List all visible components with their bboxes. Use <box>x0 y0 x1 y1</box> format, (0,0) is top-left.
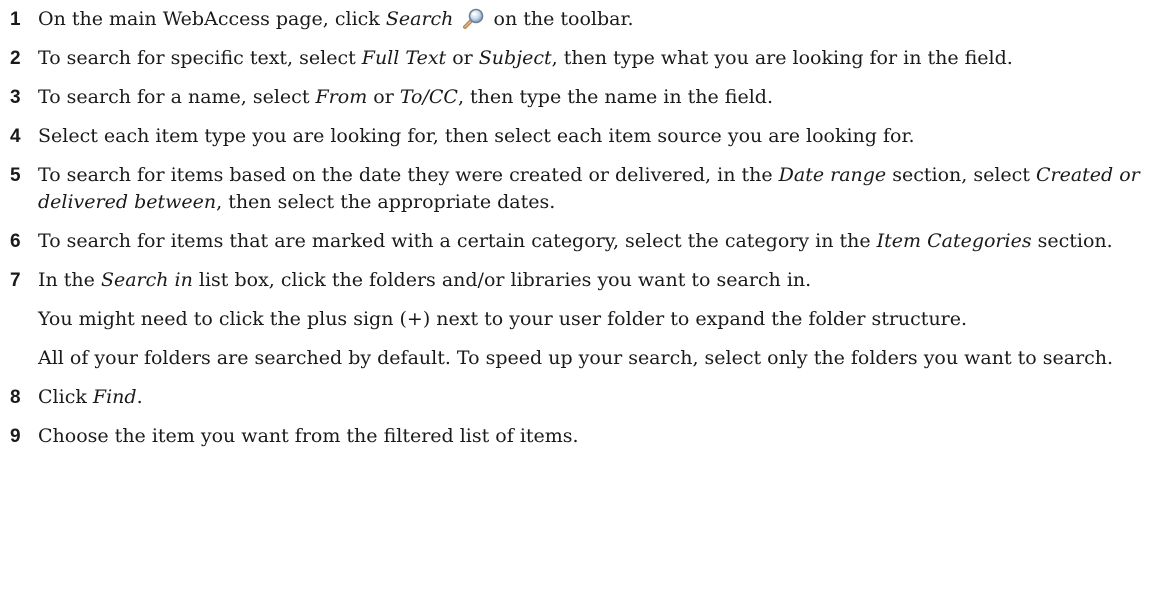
step-text: or <box>367 86 400 108</box>
step-text: on the toolbar. <box>487 8 634 30</box>
step-2: 2 To search for specific text, select Fu… <box>10 45 1166 72</box>
step-text: Click <box>38 386 93 408</box>
step-5: 5 To search for items based on the date … <box>10 162 1166 216</box>
step-number: 5 <box>10 165 21 186</box>
search-icon <box>461 8 485 30</box>
option-term: To/CC <box>399 86 458 108</box>
step-7-note-default: All of your folders are searched by defa… <box>38 347 1114 369</box>
step-number: 6 <box>10 231 21 252</box>
step-text: , then select the appropriate dates. <box>216 191 556 213</box>
step-number: 4 <box>10 126 21 147</box>
step-number: 1 <box>10 9 21 30</box>
step-7: 7 In the Search in list box, click the f… <box>10 267 1166 294</box>
step-text: section, select <box>886 164 1036 186</box>
step-1: 1 On the main WebAccess page, click Sear… <box>10 6 1166 33</box>
step-text: To search for specific text, select <box>38 47 362 69</box>
step-text: list box, click the folders and/or libra… <box>192 269 812 291</box>
step-text: To search for items that are marked with… <box>38 230 877 252</box>
step-number: 7 <box>10 270 21 291</box>
section-term: Item Categories <box>876 230 1032 252</box>
step-4: 4 Select each item type you are looking … <box>10 123 1166 150</box>
step-text: or <box>446 47 479 69</box>
step-number: 8 <box>10 387 21 408</box>
step-text: . <box>136 386 143 408</box>
step-8: 8 Click Find. <box>10 384 1166 411</box>
step-text: Select each item type you are looking fo… <box>38 125 915 147</box>
control-term: Search in <box>100 269 193 291</box>
step-3: 3 To search for a name, select From or T… <box>10 84 1166 111</box>
option-term: Full Text <box>361 47 447 69</box>
step-text: , then type the name in the field. <box>457 86 773 108</box>
search-term: Search <box>385 8 454 30</box>
step-number: 2 <box>10 48 21 69</box>
option-term: Subject <box>478 47 552 69</box>
step-6: 6 To search for items that are marked wi… <box>10 228 1166 255</box>
step-number: 3 <box>10 87 21 108</box>
step-text: On the main WebAccess page, click <box>38 8 386 30</box>
step-number: 9 <box>10 426 21 447</box>
step-7-note-expand: You might need to click the plus sign (+… <box>38 308 968 330</box>
step-text: To search for a name, select <box>38 86 316 108</box>
button-term: Find <box>92 386 137 408</box>
step-text: , then type what you are looking for in … <box>551 47 1013 69</box>
option-term: From <box>315 86 368 108</box>
step-text: Choose the item you want from the filter… <box>38 425 579 447</box>
step-text: In the <box>38 269 101 291</box>
step-9: 9 Choose the item you want from the filt… <box>10 423 1166 450</box>
section-term: Date range <box>778 164 887 186</box>
procedure-steps: 1 On the main WebAccess page, click Sear… <box>10 6 1166 462</box>
step-text: section. <box>1031 230 1113 252</box>
step-text: To search for items based on the date th… <box>38 164 779 186</box>
